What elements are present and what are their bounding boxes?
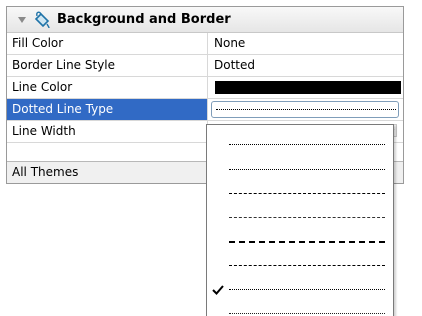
selected-line-sample: [216, 109, 396, 110]
paint-bucket-icon: [31, 9, 53, 31]
themes-filter-label: All Themes: [12, 165, 79, 179]
line-sample: [229, 217, 385, 218]
line-option-dense-dots[interactable]: [207, 157, 393, 181]
property-row-dotted-line-type[interactable]: Dotted Line Type: [7, 99, 403, 121]
line-option-sparse-dots[interactable]: [207, 133, 393, 157]
group-title: Background and Border: [57, 12, 231, 27]
line-sample: [229, 193, 385, 194]
line-option-very-fine-dots[interactable]: [207, 301, 393, 316]
property-row-border-line-style[interactable]: Border Line Style Dotted: [7, 55, 403, 77]
dotted-line-type-select[interactable]: [211, 101, 399, 118]
line-color-swatch[interactable]: [215, 81, 401, 94]
property-name: Border Line Style: [12, 58, 116, 72]
collapse-triangle-icon[interactable]: [15, 13, 29, 27]
line-option-long-dashes[interactable]: [207, 229, 393, 253]
group-header-background-and-border[interactable]: Background and Border: [7, 7, 403, 33]
property-value[interactable]: [208, 99, 403, 120]
property-value[interactable]: [208, 77, 403, 98]
dotted-line-type-dropdown[interactable]: [206, 124, 394, 316]
line-option-short-dash-dot[interactable]: [207, 205, 393, 229]
line-sample: [229, 169, 385, 170]
line-sample: [229, 241, 385, 243]
property-name: Fill Color: [12, 36, 64, 50]
property-panel: Background and Border Fill Color None Bo…: [0, 0, 422, 316]
property-name: Line Color: [12, 80, 73, 94]
property-row-line-color[interactable]: Line Color: [7, 77, 403, 99]
property-value[interactable]: None: [208, 33, 403, 54]
line-sample: [229, 313, 385, 314]
property-name: Line Width: [12, 124, 76, 138]
property-name: Dotted Line Type: [7, 99, 207, 120]
line-option-fine-dots[interactable]: [207, 277, 393, 301]
line-sample: [229, 289, 385, 290]
line-sample: [229, 265, 385, 266]
line-sample: [229, 144, 385, 145]
line-option-dashes[interactable]: [207, 181, 393, 205]
property-value[interactable]: Dotted: [208, 55, 403, 76]
line-option-medium-dashes[interactable]: [207, 253, 393, 277]
checkmark-icon: [212, 279, 226, 299]
property-row-fill-color[interactable]: Fill Color None: [7, 33, 403, 55]
